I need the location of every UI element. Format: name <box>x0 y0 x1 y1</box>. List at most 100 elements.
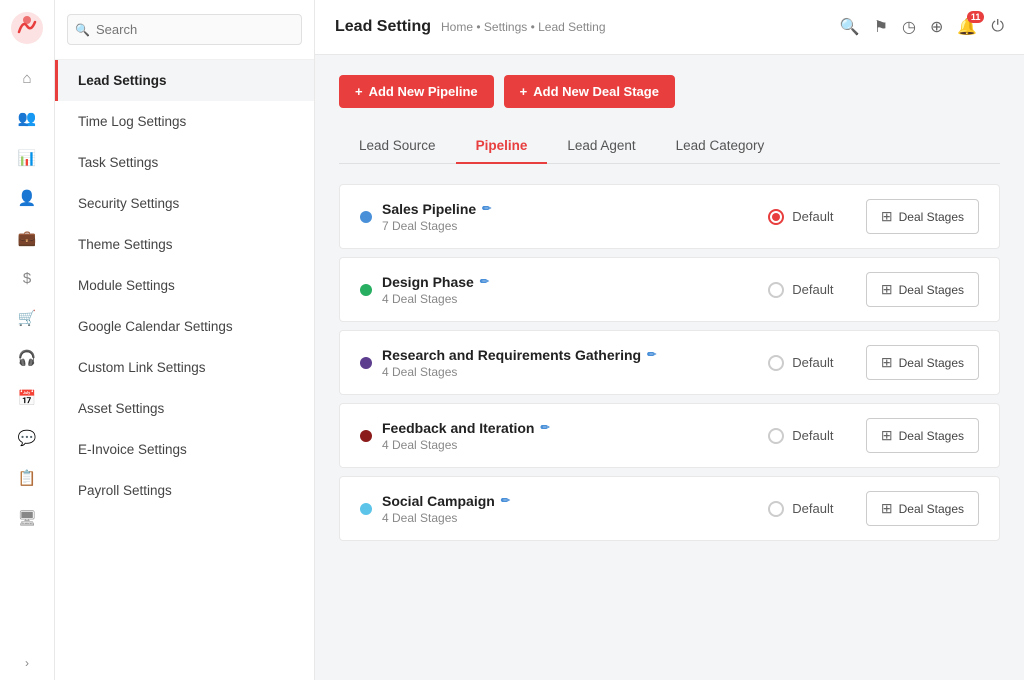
nav-chart-icon[interactable]: 📊 <box>9 140 45 176</box>
edit-icon[interactable]: ✏ <box>540 421 549 434</box>
pipeline-name: Design Phase ✏ <box>382 274 489 290</box>
edit-icon[interactable]: ✏ <box>482 202 491 215</box>
pipeline-stages: 7 Deal Stages <box>382 219 491 233</box>
sidebar-item-einvoice[interactable]: E-Invoice Settings <box>55 429 314 470</box>
pipeline-stages: 4 Deal Stages <box>382 365 656 379</box>
pipeline-info: Social Campaign ✏ 4 Deal Stages <box>360 493 736 525</box>
sidebar-item-time-log[interactable]: Time Log Settings <box>55 101 314 142</box>
deal-stages-button[interactable]: ⊞ Deal Stages <box>866 272 979 307</box>
action-buttons: + Add New Pipeline + Add New Deal Stage <box>339 75 1000 108</box>
search-icon: 🔍 <box>75 23 90 37</box>
sidebar-item-google-calendar[interactable]: Google Calendar Settings <box>55 306 314 347</box>
edit-icon[interactable]: ✏ <box>647 348 656 361</box>
deal-stages-button[interactable]: ⊞ Deal Stages <box>866 491 979 526</box>
power-icon[interactable]: ⏻ <box>991 18 1004 36</box>
pipeline-name: Research and Requirements Gathering ✏ <box>382 347 656 363</box>
tab-lead-source[interactable]: Lead Source <box>339 128 456 163</box>
nav-headset-icon[interactable]: 🎧 <box>9 340 45 376</box>
pipeline-dot <box>360 430 372 442</box>
radio-unselected[interactable] <box>768 282 784 298</box>
edit-icon[interactable]: ✏ <box>501 494 510 507</box>
radio-unselected[interactable] <box>768 428 784 444</box>
pipeline-text: Sales Pipeline ✏ 7 Deal Stages <box>382 201 491 233</box>
pipeline-dot <box>360 284 372 296</box>
table-row: Design Phase ✏ 4 Deal Stages Default ⊞ D… <box>339 257 1000 322</box>
pipeline-name: Social Campaign ✏ <box>382 493 510 509</box>
pipeline-text: Social Campaign ✏ 4 Deal Stages <box>382 493 510 525</box>
nav-docs-icon[interactable]: 📋 <box>9 460 45 496</box>
sidebar-item-lead-settings[interactable]: Lead Settings <box>55 60 314 101</box>
deal-stages-button[interactable]: ⊞ Deal Stages <box>866 418 979 453</box>
nav-calendar-icon[interactable]: 📅 <box>9 380 45 416</box>
pipeline-dot <box>360 211 372 223</box>
deal-stages-button[interactable]: ⊞ Deal Stages <box>866 199 979 234</box>
nav-monitor-icon[interactable]: 🖥 <box>9 500 45 536</box>
add-icon[interactable]: ⊕ <box>930 17 943 37</box>
sidebar-item-custom-link[interactable]: Custom Link Settings <box>55 347 314 388</box>
nav-dollar-icon[interactable]: $ <box>9 260 45 296</box>
pipeline-list: Sales Pipeline ✏ 7 Deal Stages Default ⊞… <box>339 184 1000 549</box>
nav-users-icon[interactable]: 👥 <box>9 100 45 136</box>
sidebar-menu: Lead Settings Time Log Settings Task Set… <box>55 60 314 680</box>
tab-lead-category[interactable]: Lead Category <box>656 128 785 163</box>
nav-person-icon[interactable]: 👤 <box>9 180 45 216</box>
edit-icon[interactable]: ✏ <box>480 275 489 288</box>
tab-pipeline[interactable]: Pipeline <box>456 128 548 163</box>
pipeline-stages: 4 Deal Stages <box>382 438 550 452</box>
sidebar-item-theme[interactable]: Theme Settings <box>55 224 314 265</box>
pipeline-info: Sales Pipeline ✏ 7 Deal Stages <box>360 201 736 233</box>
deal-stages-icon: ⊞ <box>881 354 893 371</box>
deal-stages-icon: ⊞ <box>881 427 893 444</box>
sidebar-item-payroll[interactable]: Payroll Settings <box>55 470 314 511</box>
sidebar-item-task[interactable]: Task Settings <box>55 142 314 183</box>
tab-lead-agent[interactable]: Lead Agent <box>547 128 655 163</box>
icon-sidebar: ⌂ 👥 📊 👤 💼 $ 🛒 🎧 📅 💬 📋 🖥 › <box>0 0 55 680</box>
pipeline-name: Sales Pipeline ✏ <box>382 201 491 217</box>
pipeline-stages: 4 Deal Stages <box>382 292 489 306</box>
add-pipeline-button[interactable]: + Add New Pipeline <box>339 75 494 108</box>
add-pipeline-icon: + <box>355 84 363 99</box>
default-radio[interactable]: Default <box>736 428 866 444</box>
nav-cart-icon[interactable]: 🛒 <box>9 300 45 336</box>
deal-stages-icon: ⊞ <box>881 281 893 298</box>
default-radio[interactable]: Default <box>736 501 866 517</box>
nav-chat-icon[interactable]: 💬 <box>9 420 45 456</box>
pipeline-info: Design Phase ✏ 4 Deal Stages <box>360 274 736 306</box>
search-bar: 🔍 <box>55 0 314 60</box>
search-header-icon[interactable]: 🔍 <box>840 17 860 37</box>
table-row: Social Campaign ✏ 4 Deal Stages Default … <box>339 476 1000 541</box>
nav-home-icon[interactable]: ⌂ <box>9 60 45 96</box>
pipeline-stages: 4 Deal Stages <box>382 511 510 525</box>
clock-icon[interactable]: ◷ <box>902 17 916 37</box>
sidebar-item-module[interactable]: Module Settings <box>55 265 314 306</box>
add-deal-stage-icon: + <box>520 84 528 99</box>
app-logo <box>9 10 45 46</box>
add-deal-stage-button[interactable]: + Add New Deal Stage <box>504 75 675 108</box>
pipeline-info: Research and Requirements Gathering ✏ 4 … <box>360 347 736 379</box>
sidebar-item-security[interactable]: Security Settings <box>55 183 314 224</box>
default-radio[interactable]: Default <box>736 355 866 371</box>
nav-briefcase-icon[interactable]: 💼 <box>9 220 45 256</box>
search-input[interactable] <box>67 14 302 45</box>
table-row: Research and Requirements Gathering ✏ 4 … <box>339 330 1000 395</box>
default-radio[interactable]: Default <box>736 282 866 298</box>
radio-unselected[interactable] <box>768 355 784 371</box>
brand: Lead Setting Home • Settings • Lead Sett… <box>335 18 606 36</box>
radio-unselected[interactable] <box>768 501 784 517</box>
flag-icon[interactable]: ⚑ <box>874 17 888 37</box>
page-body: + Add New Pipeline + Add New Deal Stage … <box>315 55 1024 680</box>
deal-stages-button[interactable]: ⊞ Deal Stages <box>866 345 979 380</box>
deal-stages-icon: ⊞ <box>881 208 893 225</box>
expand-sidebar-icon[interactable]: › <box>25 656 29 670</box>
pipeline-text: Design Phase ✏ 4 Deal Stages <box>382 274 489 306</box>
tabs: Lead Source Pipeline Lead Agent Lead Cat… <box>339 128 1000 164</box>
sidebar-item-asset[interactable]: Asset Settings <box>55 388 314 429</box>
main-content: Lead Setting Home • Settings • Lead Sett… <box>315 0 1024 680</box>
radio-selected[interactable] <box>768 209 784 225</box>
default-radio[interactable]: Default <box>736 209 866 225</box>
table-row: Sales Pipeline ✏ 7 Deal Stages Default ⊞… <box>339 184 1000 249</box>
pipeline-text: Research and Requirements Gathering ✏ 4 … <box>382 347 656 379</box>
header-actions: 🔍 ⚑ ◷ ⊕ 🔔 11 ⏻ <box>840 17 1004 37</box>
notification-icon[interactable]: 🔔 11 <box>957 17 977 37</box>
pipeline-name: Feedback and Iteration ✏ <box>382 420 550 436</box>
